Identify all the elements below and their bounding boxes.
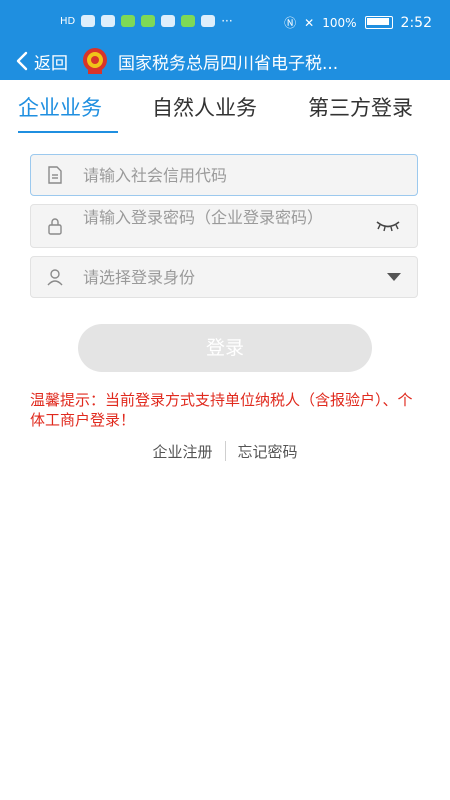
login-button[interactable]: 登录 <box>78 324 372 372</box>
link-divider <box>224 441 226 461</box>
tab-enterprise[interactable]: 企业业务 <box>18 92 102 122</box>
password-placeholder: 请输入登录密码（企业登录密码） <box>83 208 324 227</box>
register-link[interactable]: 企业注册 <box>152 441 212 462</box>
status-bar-notifications: HD ··· <box>60 14 233 28</box>
more-icon: ··· <box>221 14 233 28</box>
login-tabs: 企业业务 自然人业务 第三方登录 <box>0 92 450 133</box>
signal-icon <box>81 15 96 27</box>
status-bar: HD ··· Ⓝ ✕ 100% 2:52 <box>0 0 450 42</box>
battery-icon <box>364 16 393 29</box>
password-input[interactable]: 请输入登录密码（企业登录密码） <box>30 204 418 248</box>
hd-label: HD <box>60 15 76 27</box>
credit-code-input[interactable]: 请输入社会信用代码 <box>30 154 418 196</box>
nfc-icon: Ⓝ <box>284 16 297 30</box>
page-title: 国家税务总局四川省电子税... <box>118 53 339 74</box>
identity-placeholder: 请选择登录身份 <box>83 268 196 287</box>
tax-bureau-emblem-icon <box>83 48 107 74</box>
app-notification-icon <box>121 15 136 27</box>
translate-icon <box>161 15 176 27</box>
back-button[interactable]: 返回 <box>14 49 68 74</box>
credit-code-placeholder: 请输入社会信用代码 <box>83 166 228 185</box>
dropdown-arrow-icon <box>387 273 401 281</box>
battery-percent: 100% <box>322 15 357 30</box>
wechat-icon <box>141 15 156 27</box>
eye-closed-icon[interactable] <box>375 219 401 233</box>
user-icon <box>47 269 63 286</box>
tab-third-party[interactable]: 第三方登录 <box>308 92 413 122</box>
forgot-password-link[interactable]: 忘记密码 <box>238 441 298 462</box>
tab-individual[interactable]: 自然人业务 <box>152 92 257 122</box>
account-links: 企业注册 忘记密码 <box>0 440 450 462</box>
lock-icon <box>48 218 62 235</box>
cloud-icon <box>201 15 216 27</box>
warning-tip: 温馨提示：当前登录方式支持单位纳税人（含报验户）、个体工商户登录！ <box>30 391 413 429</box>
mute-icon: ✕ <box>304 15 315 30</box>
app-header: 返回 国家税务总局四川省电子税... <box>0 42 450 80</box>
app-notification-icon <box>181 15 196 27</box>
status-bar-system: Ⓝ ✕ 100% 2:52 <box>284 14 432 31</box>
clock: 2:52 <box>400 14 432 31</box>
wifi-icon <box>101 15 116 27</box>
identity-select[interactable]: 请选择登录身份 <box>30 256 418 298</box>
chevron-left-icon <box>16 51 28 71</box>
document-icon <box>48 166 62 184</box>
back-label: 返回 <box>34 53 68 74</box>
active-tab-indicator <box>18 131 118 133</box>
